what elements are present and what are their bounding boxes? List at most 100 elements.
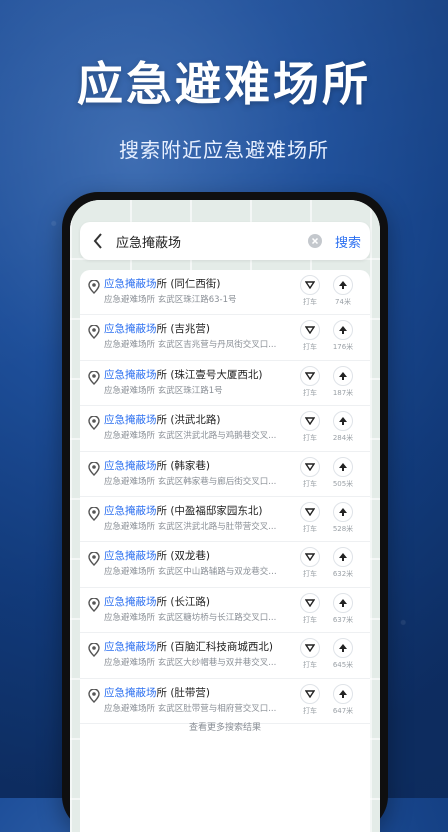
- taxi-button[interactable]: 打车: [298, 411, 322, 443]
- distance-label: 637米: [332, 615, 354, 624]
- taxi-button[interactable]: 打车: [298, 547, 322, 579]
- navigate-arrow-icon: [333, 683, 353, 704]
- navigate-button[interactable]: 505米: [328, 456, 358, 489]
- phone-frame: 应急掩蔽场 搜索 应急掩蔽场所 (同仁西街) 应急避难场所 玄武区珠江路63-1…: [62, 192, 388, 832]
- result-keyword: 应急掩蔽场: [104, 459, 157, 472]
- navigate-arrow-icon: [333, 638, 353, 659]
- result-keyword: 应急掩蔽场: [104, 504, 157, 517]
- distance-label: 187米: [332, 388, 354, 397]
- result-title: 应急掩蔽场所 (肚带营): [104, 685, 284, 700]
- back-icon[interactable]: [84, 233, 112, 249]
- taxi-icon: [300, 683, 320, 704]
- distance-label: 284米: [332, 434, 354, 443]
- result-keyword: 应急掩蔽场: [104, 323, 157, 336]
- clear-icon[interactable]: [304, 234, 326, 248]
- taxi-label: 打车: [303, 434, 317, 443]
- location-pin-icon: [88, 324, 100, 340]
- result-keyword: 应急掩蔽场: [104, 414, 157, 427]
- result-address: 应急避难场所 玄武区大纱帽巷与双井巷交叉...: [104, 658, 277, 669]
- result-item[interactable]: 应急掩蔽场所 (同仁西街) 应急避难场所 玄武区珠江路63-1号 打车 74米: [80, 270, 370, 316]
- result-title: 应急掩蔽场所 (中盈福邸家园东北): [104, 503, 284, 518]
- result-title-rest: 所 (双龙巷): [156, 550, 211, 563]
- navigate-button[interactable]: 632米: [328, 547, 358, 579]
- taxi-button[interactable]: 打车: [298, 320, 322, 352]
- taxi-label: 打车: [303, 615, 317, 624]
- navigate-button[interactable]: 284米: [328, 411, 358, 443]
- result-keyword: 应急掩蔽场: [104, 641, 157, 654]
- results-list: 应急掩蔽场所 (同仁西街) 应急避难场所 玄武区珠江路63-1号 打车 74米 …: [80, 270, 370, 832]
- search-button[interactable]: 搜索: [326, 232, 370, 251]
- result-address: 应急避难场所 玄武区洪武北路与鸡鹅巷交叉...: [104, 431, 277, 442]
- taxi-icon: [300, 411, 320, 432]
- navigate-button[interactable]: 176米: [328, 320, 358, 352]
- distance-label: 505米: [332, 479, 354, 488]
- result-title: 应急掩蔽场所 (吉兆营): [104, 321, 284, 336]
- taxi-button[interactable]: 打车: [298, 275, 322, 307]
- navigate-button[interactable]: 528米: [328, 501, 358, 534]
- taxi-label: 打车: [303, 706, 317, 715]
- distance-label: 528米: [332, 524, 354, 533]
- taxi-icon: [300, 275, 320, 295]
- taxi-button[interactable]: 打车: [298, 456, 322, 489]
- result-address: 应急避难场所 玄武区肚带营与相府营交叉口...: [104, 703, 277, 714]
- result-item[interactable]: 应急掩蔽场所 (吉兆营) 应急避难场所 玄武区吉兆营与丹凤街交叉口... 打车 …: [80, 315, 370, 361]
- location-pin-icon: [88, 370, 100, 385]
- search-input[interactable]: 应急掩蔽场: [112, 232, 304, 251]
- result-title: 应急掩蔽场所 (洪武北路): [104, 412, 284, 427]
- location-pin-icon: [88, 642, 100, 658]
- result-item[interactable]: 应急掩蔽场所 (肚带营) 应急避难场所 玄武区肚带营与相府营交叉口... 打车 …: [80, 679, 370, 724]
- result-title: 应急掩蔽场所 (长江路): [104, 594, 284, 609]
- taxi-label: 打车: [303, 479, 317, 488]
- distance-label: 647米: [332, 706, 354, 715]
- result-title-rest: 所 (长江路): [156, 595, 211, 608]
- result-item[interactable]: 应急掩蔽场所 (百脑汇科技商城西北) 应急避难场所 玄武区大纱帽巷与双井巷交叉.…: [80, 633, 370, 679]
- navigate-button[interactable]: 74米: [328, 275, 358, 307]
- taxi-button[interactable]: 打车: [298, 638, 322, 670]
- navigate-arrow-icon: [333, 320, 353, 341]
- taxi-label: 打车: [303, 298, 317, 306]
- result-address: 应急避难场所 玄武区珠江路1号: [104, 385, 223, 396]
- result-item[interactable]: 应急掩蔽场所 (中盈福邸家园东北) 应急避难场所 玄武区洪武北路与肚带营交叉..…: [80, 497, 370, 543]
- navigate-button[interactable]: 637米: [328, 592, 358, 625]
- taxi-icon: [300, 547, 320, 568]
- result-address: 应急避难场所 玄武区洪武北路与肚带营交叉...: [104, 521, 277, 532]
- navigate-arrow-icon: [333, 456, 353, 477]
- result-item[interactable]: 应急掩蔽场所 (洪武北路) 应急避难场所 玄武区洪武北路与鸡鹅巷交叉... 打车…: [80, 406, 370, 452]
- taxi-label: 打车: [303, 388, 317, 397]
- result-keyword: 应急掩蔽场: [104, 595, 157, 608]
- taxi-icon: [300, 638, 320, 659]
- distance-label: 632米: [332, 570, 354, 579]
- result-keyword: 应急掩蔽场: [104, 550, 157, 563]
- taxi-button[interactable]: 打车: [298, 501, 322, 534]
- result-item[interactable]: 应急掩蔽场所 (双龙巷) 应急避难场所 玄武区中山路辅路与双龙巷交叉... 打车…: [80, 542, 370, 588]
- navigate-button[interactable]: 187米: [328, 365, 358, 398]
- taxi-icon: [300, 592, 320, 613]
- result-address: 应急避难场所 玄武区韩家巷与廊后街交叉口...: [104, 476, 277, 487]
- taxi-icon: [300, 365, 320, 386]
- location-pin-icon: [88, 551, 100, 567]
- taxi-button[interactable]: 打车: [298, 365, 322, 398]
- location-pin-icon: [88, 597, 100, 612]
- result-title: 应急掩蔽场所 (百脑汇科技商城西北): [104, 639, 284, 654]
- navigate-button[interactable]: 647米: [328, 683, 358, 716]
- taxi-button[interactable]: 打车: [298, 683, 322, 716]
- result-title-rest: 所 (韩家巷): [156, 459, 211, 472]
- taxi-label: 打车: [303, 524, 317, 533]
- result-item[interactable]: 应急掩蔽场所 (珠江壹号大厦西北) 应急避难场所 玄武区珠江路1号 打车 187…: [80, 361, 370, 407]
- location-pin-icon: [88, 415, 100, 431]
- result-title-rest: 所 (百脑汇科技商城西北): [156, 641, 274, 654]
- taxi-button[interactable]: 打车: [298, 592, 322, 625]
- result-title: 应急掩蔽场所 (同仁西街): [104, 276, 284, 291]
- location-pin-icon: [88, 279, 100, 294]
- taxi-label: 打车: [303, 343, 317, 352]
- result-item[interactable]: 应急掩蔽场所 (长江路) 应急避难场所 玄武区糖坊桥与长江路交叉口... 打车 …: [80, 588, 370, 634]
- navigate-button[interactable]: 645米: [328, 638, 358, 670]
- result-item[interactable]: 应急掩蔽场所 (韩家巷) 应急避难场所 玄武区韩家巷与廊后街交叉口... 打车 …: [80, 452, 370, 497]
- more-results-link[interactable]: 查看更多搜索结果: [80, 720, 370, 733]
- phone-screen: 应急掩蔽场 搜索 应急掩蔽场所 (同仁西街) 应急避难场所 玄武区珠江路63-1…: [70, 200, 380, 832]
- result-address: 应急避难场所 玄武区中山路辅路与双龙巷交叉...: [104, 567, 284, 578]
- distance-label: 176米: [332, 343, 354, 352]
- result-address: 应急避难场所 玄武区珠江路63-1号: [104, 295, 237, 305]
- taxi-label: 打车: [303, 661, 317, 670]
- result-title-rest: 所 (中盈福邸家园东北): [156, 504, 263, 517]
